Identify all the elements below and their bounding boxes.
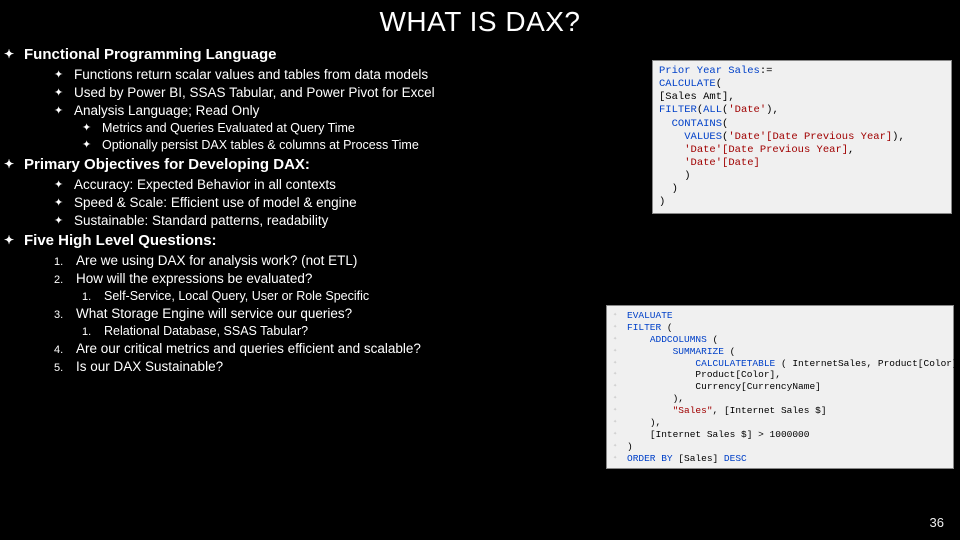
code-snippet-2: EVALUATE FILTER ( ADDCOLUMNS ( SUMMARIZE…: [606, 305, 954, 469]
section-3-head: Five High Level Questions:: [26, 232, 950, 249]
numbered-sub-item: 1.Self-Service, Local Query, User or Rol…: [82, 289, 950, 303]
code-snippet-1: Prior Year Sales:= CALCULATE( [Sales Amt…: [652, 60, 952, 214]
page-number: 36: [930, 515, 944, 530]
bullet-item: Sustainable: Standard patterns, readabil…: [54, 213, 950, 228]
numbered-item: 2.How will the expressions be evaluated?: [54, 271, 950, 286]
numbered-item: 1.Are we using DAX for analysis work? (n…: [54, 253, 950, 268]
slide-title: WHAT IS DAX?: [0, 0, 960, 38]
